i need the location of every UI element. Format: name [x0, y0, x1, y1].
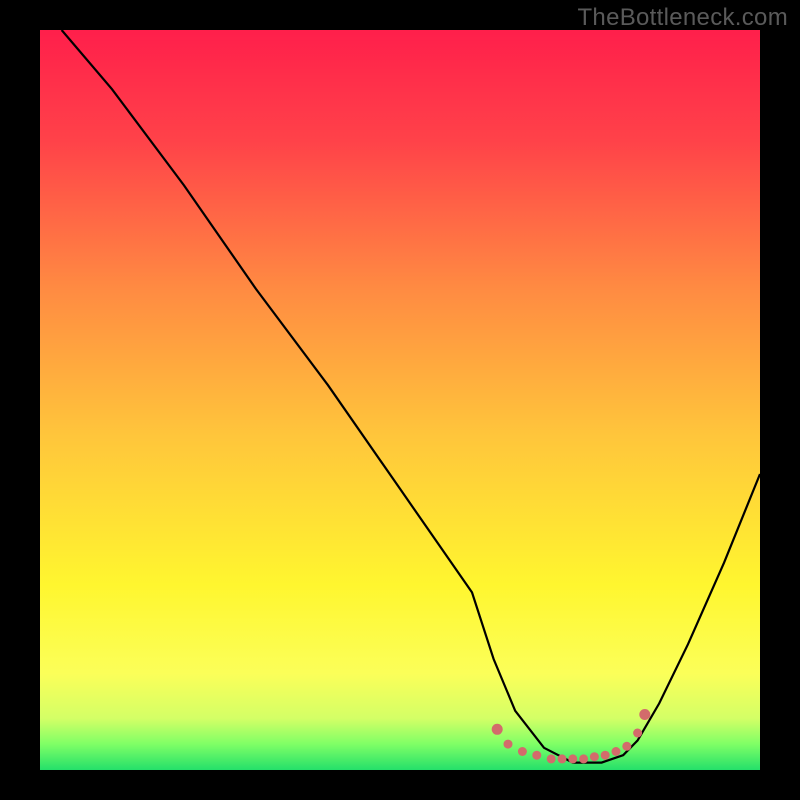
optimal-dot [558, 754, 567, 763]
optimal-dot [532, 751, 541, 760]
optimal-dot [579, 754, 588, 763]
optimal-dot [633, 729, 642, 738]
plot-area [40, 30, 760, 770]
optimal-dot [590, 752, 599, 761]
optimal-dot [504, 740, 513, 749]
optimal-dot [547, 754, 556, 763]
optimal-dot [492, 724, 503, 735]
optimal-dot [568, 754, 577, 763]
chart-svg [40, 30, 760, 770]
chart-frame: TheBottleneck.com [0, 0, 800, 800]
optimal-dot [622, 742, 631, 751]
optimal-dot [639, 709, 650, 720]
optimal-dot [518, 747, 527, 756]
gradient-background [40, 30, 760, 770]
watermark-text: TheBottleneck.com [577, 4, 788, 32]
optimal-dot [601, 751, 610, 760]
optimal-dot [612, 747, 621, 756]
